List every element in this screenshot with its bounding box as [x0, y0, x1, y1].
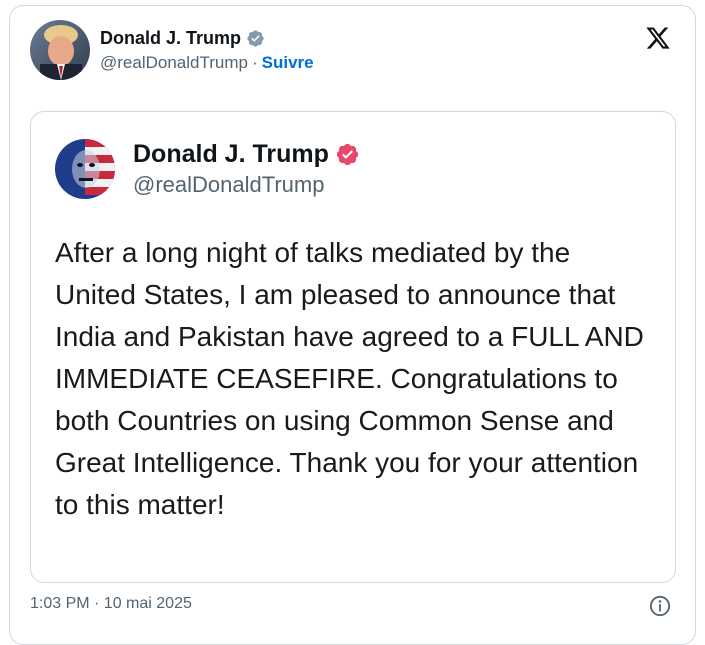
embedded-author-name: Donald J. Trump: [133, 140, 329, 168]
avatar[interactable]: [30, 20, 90, 80]
author-name[interactable]: Donald J. Trump: [100, 28, 241, 49]
embedded-post-card: Donald J. Trump @realDonaldTrump · Suivre: [9, 5, 696, 645]
post-text: After a long night of talks mediated by …: [55, 237, 644, 520]
x-logo-icon[interactable]: [645, 25, 671, 51]
post-header: Donald J. Trump @realDonaldTrump · Suivre: [30, 20, 314, 80]
verified-badge-pink-icon: [335, 142, 360, 167]
embedded-post-header: Donald J. Trump @realDonaldTrump: [55, 139, 360, 199]
follow-link[interactable]: Suivre: [262, 53, 314, 72]
separator: ·: [251, 52, 258, 72]
author-handle[interactable]: @realDonaldTrump: [100, 53, 248, 72]
post-timestamp[interactable]: 1:03 PM · 10 mai 2025: [30, 595, 192, 613]
info-icon[interactable]: [649, 595, 671, 617]
embedded-avatar: [55, 139, 115, 199]
verified-badge-icon: [246, 29, 265, 48]
screenshot-card[interactable]: Donald J. Trump @realDonaldTrump After a…: [30, 111, 676, 583]
embedded-author-handle: @realDonaldTrump: [133, 172, 325, 197]
